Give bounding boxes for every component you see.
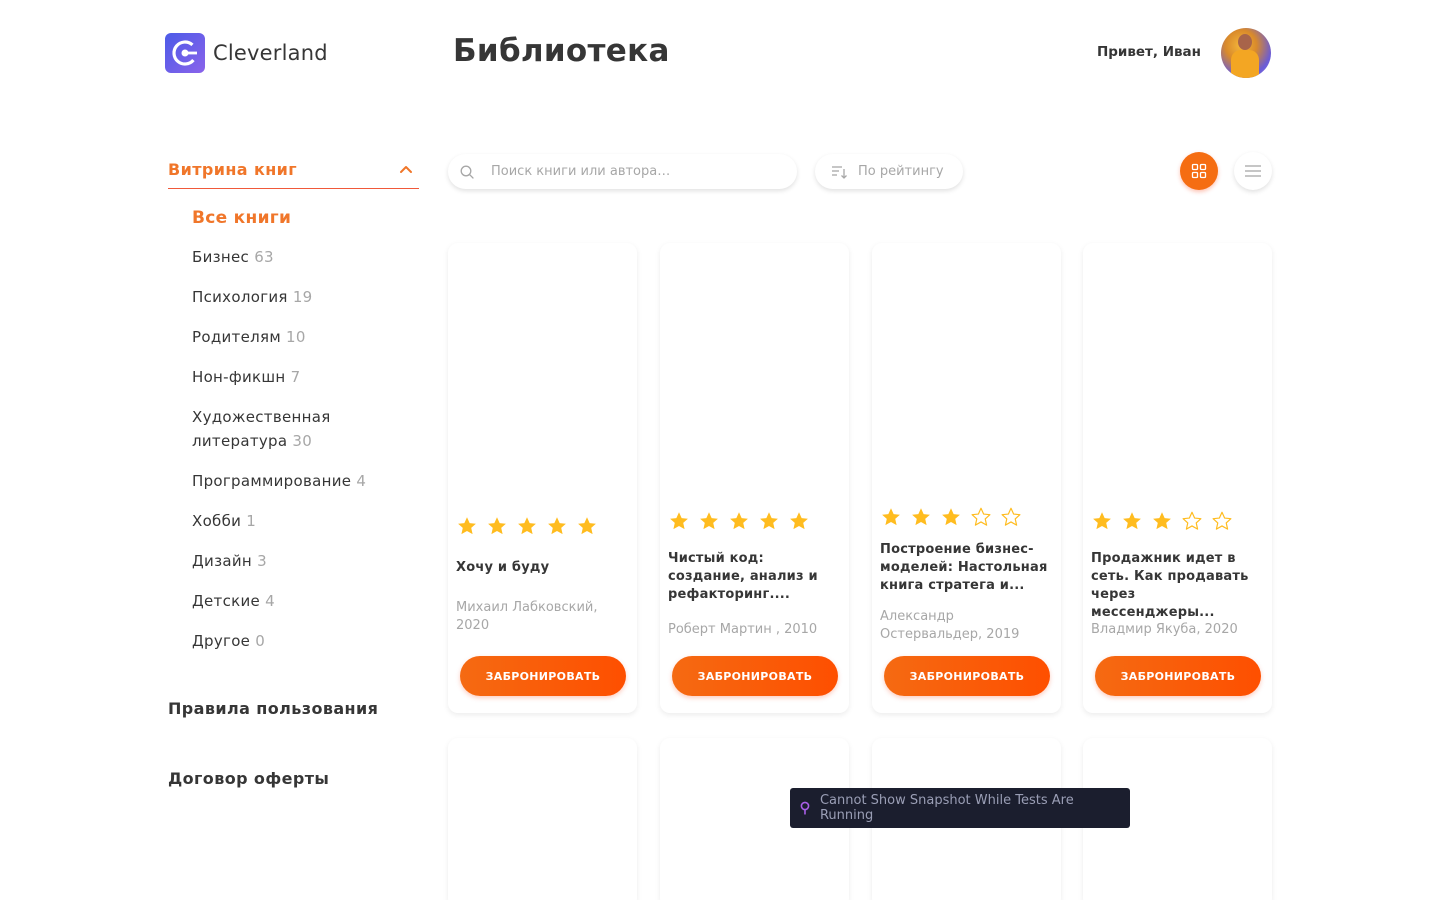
book-author: Александр Остервальдер, 2019 bbox=[880, 609, 1020, 642]
star-filled-icon bbox=[546, 514, 576, 538]
category-label: Все книги bbox=[192, 208, 292, 228]
book-card[interactable]: Продажник идет в сеть. Как продавать чер… bbox=[1083, 243, 1272, 713]
star-filled-icon bbox=[576, 514, 606, 538]
logo-icon bbox=[165, 33, 205, 73]
sidebar-item-kids[interactable]: Детские 4 bbox=[192, 589, 419, 613]
logo[interactable]: Cleverland bbox=[165, 33, 328, 73]
star-filled-icon bbox=[880, 505, 910, 529]
star-empty-icon bbox=[1211, 509, 1241, 533]
star-filled-icon bbox=[758, 509, 788, 533]
star-filled-icon bbox=[728, 509, 758, 533]
star-filled-icon bbox=[910, 505, 940, 529]
star-filled-icon bbox=[698, 509, 728, 533]
category-label: Дизайн bbox=[192, 552, 252, 570]
user-greeting: Привет, Иван bbox=[1096, 44, 1201, 60]
category-label: Психология bbox=[192, 288, 288, 306]
grid-icon bbox=[1191, 163, 1207, 179]
avatar[interactable] bbox=[1221, 28, 1271, 78]
sidebar-item-design[interactable]: Дизайн 3 bbox=[192, 549, 419, 573]
sidebar-item-hobby[interactable]: Хобби 1 bbox=[192, 509, 419, 533]
star-filled-icon bbox=[1091, 509, 1121, 533]
sidebar-item-other[interactable]: Другое 0 bbox=[192, 629, 419, 653]
star-filled-icon bbox=[516, 514, 546, 538]
pin-icon bbox=[800, 801, 810, 815]
book-title: Построение бизнес-моделей: Настольная кн… bbox=[880, 542, 1048, 593]
category-count: 19 bbox=[292, 288, 313, 306]
sidebar-item-parents[interactable]: Родителям 10 bbox=[192, 325, 419, 349]
category-label: Хобби bbox=[192, 512, 242, 530]
book-author: Роберт Мартин , 2010 bbox=[668, 622, 818, 637]
toast-message: Cannot Show Snapshot While Tests Are Run… bbox=[819, 793, 1074, 823]
category-count: 1 bbox=[246, 512, 257, 530]
brand-name: Cleverland bbox=[213, 41, 328, 65]
category-count: 3 bbox=[257, 552, 267, 570]
star-filled-icon bbox=[1121, 509, 1151, 533]
search-input[interactable] bbox=[491, 164, 781, 179]
sidebar: Витрина книг Все книги Бизнес 63 Психоло… bbox=[168, 150, 419, 788]
sidebar-item-all-books[interactable]: Все книги bbox=[192, 205, 419, 231]
book-title: Чистый код: создание, анализ и рефактори… bbox=[668, 551, 818, 602]
rating-stars bbox=[668, 509, 818, 533]
book-card[interactable]: Построение бизнес-моделей: Настольная кн… bbox=[872, 243, 1061, 713]
category-count: 4 bbox=[265, 592, 275, 610]
star-filled-icon bbox=[1151, 509, 1181, 533]
category-label: Бизнес bbox=[192, 248, 250, 266]
category-label: Родителям bbox=[192, 328, 281, 346]
book-title: Продажник идет в сеть. Как продавать чер… bbox=[1091, 551, 1249, 620]
sidebar-item-business[interactable]: Бизнес 63 bbox=[192, 245, 419, 269]
page-title: Библиотека bbox=[453, 33, 670, 69]
showcase-section-title: Витрина книг bbox=[168, 159, 298, 179]
star-filled-icon bbox=[788, 509, 818, 533]
tile-view-button[interactable] bbox=[1180, 152, 1218, 190]
star-empty-icon bbox=[1181, 509, 1211, 533]
category-label: Программирование bbox=[192, 472, 352, 490]
category-count: 30 bbox=[292, 432, 313, 450]
sort-label: По рейтингу bbox=[858, 164, 944, 179]
category-label: Нон-фикшн bbox=[192, 368, 286, 386]
book-button[interactable]: ЗАБРОНИРОВАТЬ bbox=[672, 656, 838, 696]
offer-agreement-link[interactable]: Договор оферты bbox=[168, 769, 329, 788]
category-label: Детские bbox=[192, 592, 261, 610]
star-empty-icon bbox=[970, 505, 1000, 529]
category-label: Другое bbox=[192, 632, 251, 650]
sidebar-item-nonfiction[interactable]: Нон-фикшн 7 bbox=[192, 365, 419, 389]
sort-button[interactable]: По рейтингу bbox=[815, 154, 963, 189]
category-count: 63 bbox=[254, 248, 274, 266]
showcase-section-toggle[interactable]: Витрина книг bbox=[168, 150, 419, 189]
sort-icon bbox=[832, 165, 847, 179]
rating-stars bbox=[880, 505, 1030, 529]
book-card[interactable] bbox=[448, 738, 637, 900]
book-card[interactable]: Хочу и буду Михаил Лабковский, 2020 ЗАБР… bbox=[448, 243, 637, 713]
search-box[interactable] bbox=[448, 154, 797, 189]
sidebar-item-programming[interactable]: Программирование 4 bbox=[192, 469, 419, 493]
search-icon bbox=[460, 165, 474, 179]
star-filled-icon bbox=[668, 509, 698, 533]
terms-of-use-link[interactable]: Правила пользования bbox=[168, 699, 378, 718]
star-filled-icon bbox=[456, 514, 486, 538]
rating-stars bbox=[1091, 509, 1241, 533]
category-count: 4 bbox=[356, 472, 367, 490]
book-title: Хочу и буду bbox=[456, 560, 550, 575]
category-count: 10 bbox=[286, 328, 306, 346]
book-button[interactable]: ЗАБРОНИРОВАТЬ bbox=[1095, 656, 1261, 696]
snapshot-toast: Cannot Show Snapshot While Tests Are Run… bbox=[790, 788, 1130, 828]
sidebar-item-fiction[interactable]: Художественная литература 30 bbox=[192, 405, 372, 453]
category-count: 7 bbox=[290, 368, 301, 386]
chevron-up-icon bbox=[400, 166, 412, 173]
book-button[interactable]: ЗАБРОНИРОВАТЬ bbox=[884, 656, 1050, 696]
menu-lines-icon bbox=[1245, 165, 1261, 177]
star-filled-icon bbox=[940, 505, 970, 529]
category-count: 0 bbox=[255, 632, 266, 650]
book-author: Владмир Якуба, 2020 bbox=[1091, 622, 1238, 637]
category-list: Все книги Бизнес 63 Психология 19 Родите… bbox=[192, 205, 419, 653]
book-button[interactable]: ЗАБРОНИРОВАТЬ bbox=[460, 656, 626, 696]
sidebar-item-psychology[interactable]: Психология 19 bbox=[192, 285, 419, 309]
book-author: Михаил Лабковский, 2020 bbox=[456, 600, 598, 633]
rating-stars bbox=[456, 514, 606, 538]
book-card[interactable]: Чистый код: создание, анализ и рефактори… bbox=[660, 243, 849, 713]
star-filled-icon bbox=[486, 514, 516, 538]
star-empty-icon bbox=[1000, 505, 1030, 529]
list-view-button[interactable] bbox=[1234, 152, 1272, 190]
